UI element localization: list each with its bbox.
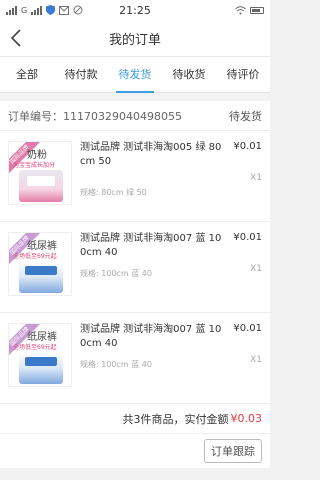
item-quantity: X1: [250, 264, 262, 274]
thumb-subtitle: 为宝宝成长加分: [13, 162, 56, 169]
order-item[interactable]: 国际品牌 纸尿裤 全场低至69元起 测试品牌 测试非海淘007 蓝 100cm …: [0, 222, 270, 313]
item-spec: 规格: 100cm 蓝 40: [80, 360, 152, 369]
item-info: 测试品牌 测试非海淘007 蓝 100cm 40 规格: 100cm 蓝 40 …: [72, 232, 262, 312]
item-price: ¥0.01: [233, 323, 262, 334]
battery-icon: [250, 6, 264, 14]
thumb-subtitle: 全场低至69元起: [13, 253, 57, 260]
thumb-category: 奶粉: [27, 150, 47, 161]
order-number: 订单编号：11170329040498055: [8, 109, 182, 123]
order-actions: 订单跟踪: [0, 434, 270, 468]
notification-icon: [59, 5, 70, 15]
chevron-left-icon: [10, 29, 21, 47]
order-summary: 共3件商品，实付金额 ¥0.03: [0, 404, 270, 434]
order-status: 待发货: [229, 109, 262, 123]
mute-icon: [73, 5, 83, 15]
tab-pending-shipment[interactable]: 待发货: [108, 57, 162, 93]
tab-pending-receipt[interactable]: 待收货: [162, 57, 216, 92]
order-tabs: 全部 待付款 待发货 待收货 待评价: [0, 57, 270, 93]
order-header: 订单编号：11170329040498055 待发货: [0, 101, 270, 131]
signal-icon-2: [31, 5, 43, 15]
tab-pending-review[interactable]: 待评价: [216, 57, 270, 92]
summary-amount: ¥0.03: [230, 412, 263, 425]
item-spec: 规格: 100cm 蓝 40: [80, 269, 152, 278]
page-title: 我的订单: [108, 32, 161, 48]
milk-can-image: [19, 170, 63, 202]
thumb-subtitle: 全场低至69元起: [13, 344, 57, 351]
item-info: 测试品牌 测试非海淘005 绿 80cm 50 规格: 80cm 绿 50 ¥0…: [72, 141, 262, 221]
shield-icon: [46, 5, 56, 15]
product-thumbnail: 国际品牌 纸尿裤 全场低至69元起: [8, 232, 72, 296]
summary-text: 共3件商品，实付金额: [122, 412, 229, 426]
order-item[interactable]: 国际品牌 纸尿裤 全场低至69元起 测试品牌 测试非海淘007 蓝 100cm …: [0, 313, 270, 404]
wifi-icon: [235, 5, 246, 14]
clock: 21:25: [119, 3, 151, 17]
item-quantity: X1: [250, 173, 262, 183]
diaper-pack-image: [19, 261, 63, 293]
order-card: 订单编号：11170329040498055 待发货 国际品牌 奶粉 为宝宝成长…: [0, 101, 270, 468]
status-left: G: [6, 5, 83, 15]
signal-icon: [6, 5, 17, 15]
thumb-category: 纸尿裤: [27, 332, 57, 343]
product-thumbnail: 国际品牌 奶粉 为宝宝成长加分: [8, 141, 72, 205]
status-bar: G 21:25: [0, 0, 270, 20]
back-button[interactable]: [6, 28, 26, 48]
item-info: 测试品牌 测试非海淘007 蓝 100cm 40 规格: 100cm 蓝 40 …: [72, 323, 262, 403]
item-spec: 规格: 80cm 绿 50: [80, 188, 147, 197]
track-order-button[interactable]: 订单跟踪: [204, 439, 262, 463]
diaper-pack-image: [19, 352, 63, 384]
order-item[interactable]: 国际品牌 奶粉 为宝宝成长加分 测试品牌 测试非海淘005 绿 80cm 50 …: [0, 131, 270, 222]
tab-all[interactable]: 全部: [0, 57, 54, 92]
product-thumbnail: 国际品牌 纸尿裤 全场低至69元起: [8, 323, 72, 387]
status-right: [235, 5, 264, 15]
network-type: G: [21, 5, 28, 15]
item-price: ¥0.01: [233, 141, 262, 152]
item-quantity: X1: [250, 355, 262, 365]
thumb-category: 纸尿裤: [27, 241, 57, 252]
nav-bar: 我的订单: [0, 20, 270, 57]
tab-pending-payment[interactable]: 待付款: [54, 57, 108, 92]
item-price: ¥0.01: [233, 232, 262, 243]
